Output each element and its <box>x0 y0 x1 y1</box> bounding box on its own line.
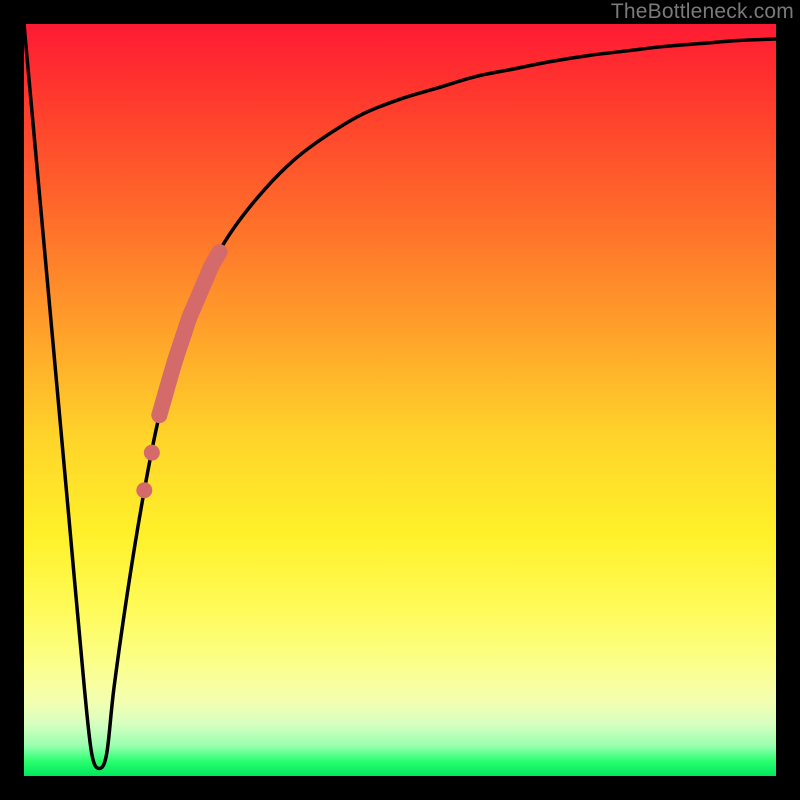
highlight-dot <box>151 407 167 423</box>
highlight-segment <box>159 252 219 415</box>
highlight-dot <box>144 445 160 461</box>
bottleneck-curve <box>24 24 776 768</box>
attribution-watermark: TheBottleneck.com <box>611 0 794 24</box>
plot-area <box>24 24 776 776</box>
chart-svg <box>24 24 776 776</box>
chart-frame: TheBottleneck.com <box>0 0 800 800</box>
highlight-dot <box>136 482 152 498</box>
highlight-dots <box>136 407 167 498</box>
curve-layer <box>24 24 776 776</box>
